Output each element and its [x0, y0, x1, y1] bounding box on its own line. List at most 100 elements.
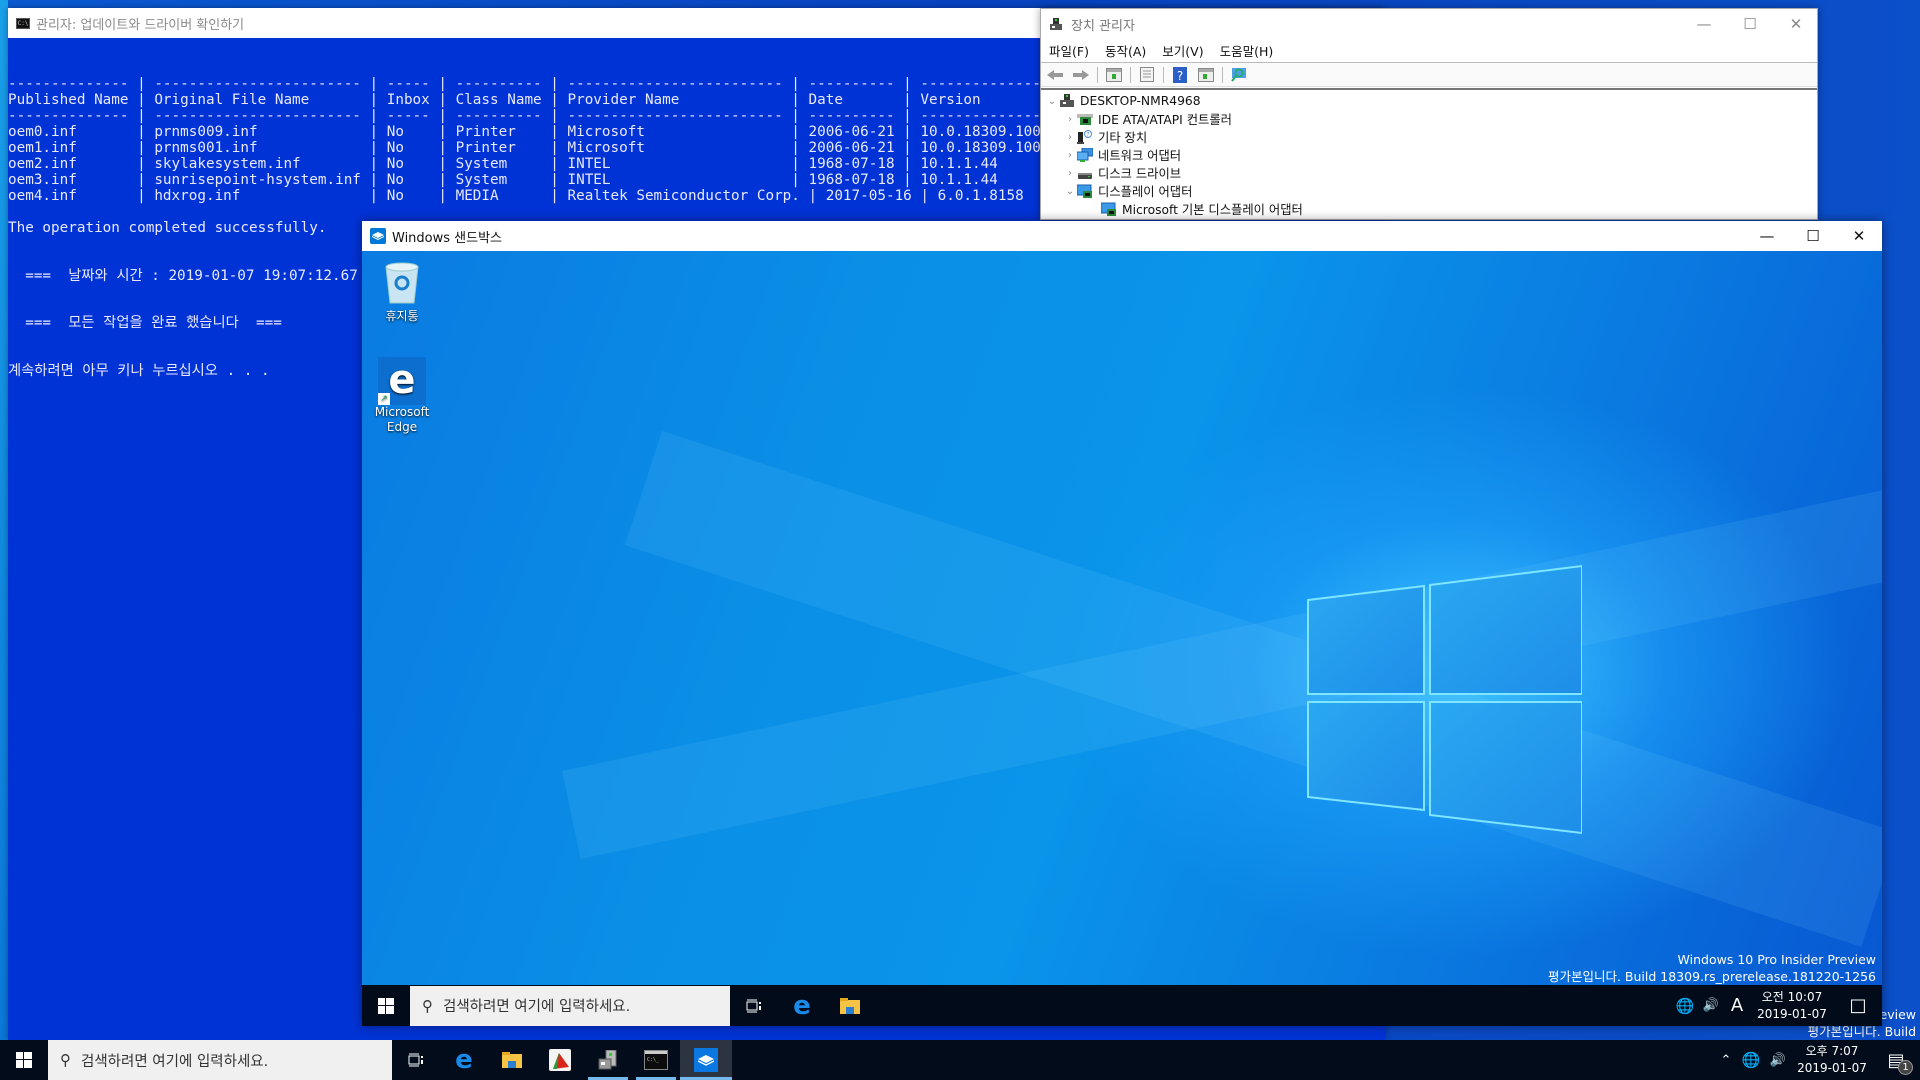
sandbox-title-bar[interactable]: Windows 샌드박스 [362, 221, 1882, 251]
tree-root-label: DESKTOP-NMR4968 [1080, 94, 1201, 108]
task-view-button[interactable] [730, 986, 778, 1026]
taskbar-windows-sandbox[interactable] [680, 1040, 732, 1080]
tree-item-label: 기타 장치 [1098, 131, 1148, 145]
tree-item-label: 디스플레이 어댑터 [1098, 185, 1193, 199]
tree-item[interactable]: › 디스크 드라이브 [1063, 164, 1181, 182]
chevron-right-icon[interactable]: › [1063, 168, 1077, 179]
svg-text:?: ? [1177, 69, 1183, 83]
menu-action[interactable]: 동작(A) [1105, 41, 1146, 60]
taskbar-edge[interactable]: e [440, 1040, 488, 1080]
network-icon[interactable]: 🌐 [1672, 997, 1698, 1015]
task-view-icon [746, 999, 761, 1012]
sandbox-desktop[interactable]: 휴지통 e ↗ Microsoft Edge Windows 10 Pro In… [362, 251, 1882, 985]
console-line: -------------- | -----------------------… [8, 76, 1041, 92]
action-center-button[interactable]: ▤ 1 [1872, 1040, 1920, 1080]
snipping-app-icon [549, 1049, 571, 1071]
chevron-down-icon[interactable]: ⌄ [1063, 186, 1077, 197]
taskbar-file-explorer[interactable] [488, 1040, 536, 1080]
sandbox-clock[interactable]: 오전 10:07 2019-01-07 [1750, 989, 1834, 1023]
display-adapter-icon [1077, 184, 1092, 198]
windows-start-icon [16, 1052, 32, 1068]
task-view-button[interactable] [392, 1040, 440, 1080]
continue-prompt: 계속하려면 아무 키나 누르십시오 . . . [8, 363, 270, 379]
desktop-icon-edge[interactable]: e ↗ Microsoft Edge [370, 357, 434, 435]
desktop-icon-recycle-bin[interactable]: 휴지통 [370, 261, 434, 324]
minimize-button[interactable]: — [1681, 9, 1727, 39]
properties-icon[interactable] [1137, 66, 1157, 84]
close-button[interactable]: ✕ [1773, 9, 1819, 39]
menu-view[interactable]: 보기(V) [1162, 41, 1203, 60]
tree-item-expanded[interactable]: ⌄ 디스플레이 어댑터 [1063, 182, 1192, 200]
windows-sandbox-window[interactable]: Windows 샌드박스 — ☐ ✕ 휴지통 e ↗ Microsoft Edg… [362, 221, 1882, 1026]
device-manager-window[interactable]: 장치 관리자 — ☐ ✕ 파일(F) 동작(A) 보기(V) 도움말(H) ? … [1040, 8, 1818, 220]
console-line: -------------- | -----------------------… [8, 108, 1041, 124]
volume-icon[interactable]: 🔊 [1764, 1053, 1792, 1068]
shortcut-arrow-icon: ↗ [378, 393, 390, 405]
recycle-bin-icon [385, 262, 419, 304]
tree-child-item[interactable]: Microsoft 기본 디스플레이 어댑터 [1101, 200, 1303, 218]
toolbar: ? [1041, 63, 1817, 87]
toolbar-separator [1222, 66, 1223, 83]
close-button[interactable]: ✕ [1836, 221, 1882, 251]
console-row: oem1.inf | prnms001.inf | No | Printer |… [8, 140, 1050, 156]
chevron-right-icon[interactable]: › [1063, 132, 1077, 143]
show-hidden-icons-chevron-up-icon[interactable]: ⌃ [1714, 1053, 1738, 1068]
chevron-right-icon[interactable]: › [1063, 114, 1077, 125]
notification-count-badge: 1 [1898, 1060, 1913, 1075]
ide-controller-icon [1077, 114, 1093, 125]
start-button[interactable] [0, 1040, 48, 1080]
search-icon: ⚲ [422, 996, 433, 1015]
chevron-down-icon[interactable]: ⌄ [1045, 96, 1059, 107]
network-icon[interactable]: 🌐 [1738, 1051, 1764, 1069]
svg-text:C:\_: C:\_ [647, 1057, 660, 1063]
show-hide-console-tree-icon[interactable] [1104, 66, 1124, 84]
maximize-button[interactable]: ☐ [1727, 9, 1773, 39]
sandbox-title: Windows 샌드박스 [392, 230, 503, 246]
taskbar-edge[interactable]: e [778, 986, 826, 1026]
menu-file[interactable]: 파일(F) [1049, 41, 1089, 60]
action-center-icon[interactable]: □ [1834, 995, 1882, 1016]
search-box[interactable]: ⚲ 검색하려면 여기에 입력하세요. [48, 1040, 392, 1080]
computer-icon [1060, 94, 1074, 107]
clock-time: 오전 10:07 [1761, 989, 1823, 1004]
other-devices-icon: ? [1077, 130, 1092, 144]
tree-item[interactable]: › ? 기타 장치 [1063, 128, 1147, 146]
menu-help[interactable]: 도움말(H) [1220, 41, 1274, 60]
back-icon[interactable] [1045, 66, 1065, 84]
clock[interactable]: 오후 7:07 2019-01-07 [1792, 1043, 1872, 1077]
console-row: oem0.inf | prnms009.inf | No | Printer |… [8, 124, 1050, 140]
taskbar-snipping-app[interactable] [536, 1040, 584, 1080]
volume-icon[interactable]: 🔊 [1698, 998, 1724, 1013]
task-view-icon [408, 1053, 423, 1067]
console-row: oem3.inf | sunrisepoint-hsystem.inf | No… [8, 172, 998, 188]
windows-sandbox-icon [370, 228, 386, 244]
console-row: oem4.inf | hdxrog.inf | No | MEDIA | Rea… [8, 188, 1024, 204]
tree-root[interactable]: ⌄ DESKTOP-NMR4968 [1045, 92, 1201, 110]
help-icon[interactable]: ? [1170, 66, 1190, 84]
console-row: oem2.inf | skylakesystem.inf | No | Syst… [8, 156, 998, 172]
sandbox-search-box[interactable]: ⚲ 검색하려면 여기에 입력하세요. [410, 985, 730, 1026]
taskbar-device-manager[interactable] [584, 1040, 632, 1080]
forward-icon[interactable] [1071, 66, 1091, 84]
minimize-button[interactable]: — [1744, 221, 1790, 251]
tree-item[interactable]: › IDE ATA/ATAPI 컨트롤러 [1063, 110, 1232, 128]
success-message: The operation completed successfully. [8, 220, 327, 236]
start-button[interactable] [362, 986, 410, 1026]
cmd-icon: C:\ [16, 17, 30, 29]
edge-icon: e ↗ [378, 357, 426, 405]
chevron-right-icon[interactable]: › [1063, 150, 1077, 161]
action-pane-icon[interactable] [1196, 66, 1216, 84]
sandbox-watermark: Windows 10 Pro Insider Preview 평가본입니다. B… [1548, 951, 1876, 985]
taskbar-file-explorer[interactable] [826, 986, 874, 1026]
ime-indicator[interactable]: A [1724, 995, 1750, 1016]
search-placeholder: 검색하려면 여기에 입력하세요. [81, 1053, 269, 1070]
disk-drive-icon [1078, 173, 1092, 179]
host-taskbar: ⚲ 검색하려면 여기에 입력하세요. e C:\_ ⌃ 🌐 🔊 오후 7:07 … [0, 1040, 1920, 1080]
maximize-button[interactable]: ☐ [1790, 221, 1836, 251]
tree-item[interactable]: › 네트워크 어댑터 [1063, 146, 1181, 164]
taskbar-cmd[interactable]: C:\_ [632, 1040, 680, 1080]
scan-hardware-icon[interactable] [1229, 66, 1249, 84]
search-placeholder: 검색하려면 여기에 입력하세요. [443, 999, 631, 1015]
tree-item-label: IDE ATA/ATAPI 컨트롤러 [1098, 113, 1232, 127]
device-manager-title: 장치 관리자 [1071, 18, 1135, 34]
